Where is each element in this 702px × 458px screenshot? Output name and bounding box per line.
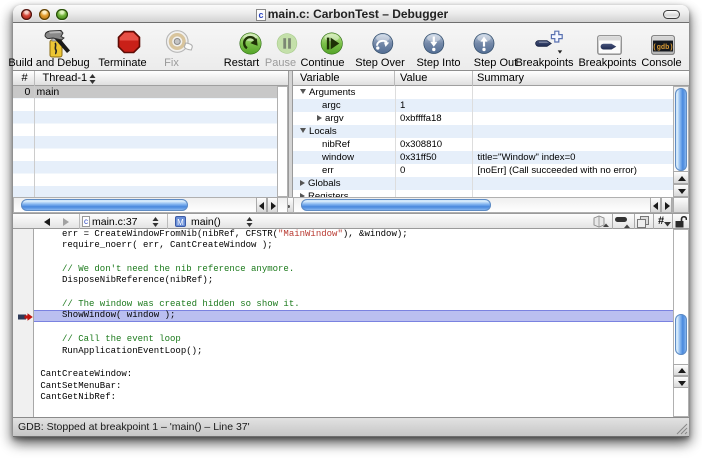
svg-text:(gdb): (gdb) (652, 44, 673, 52)
